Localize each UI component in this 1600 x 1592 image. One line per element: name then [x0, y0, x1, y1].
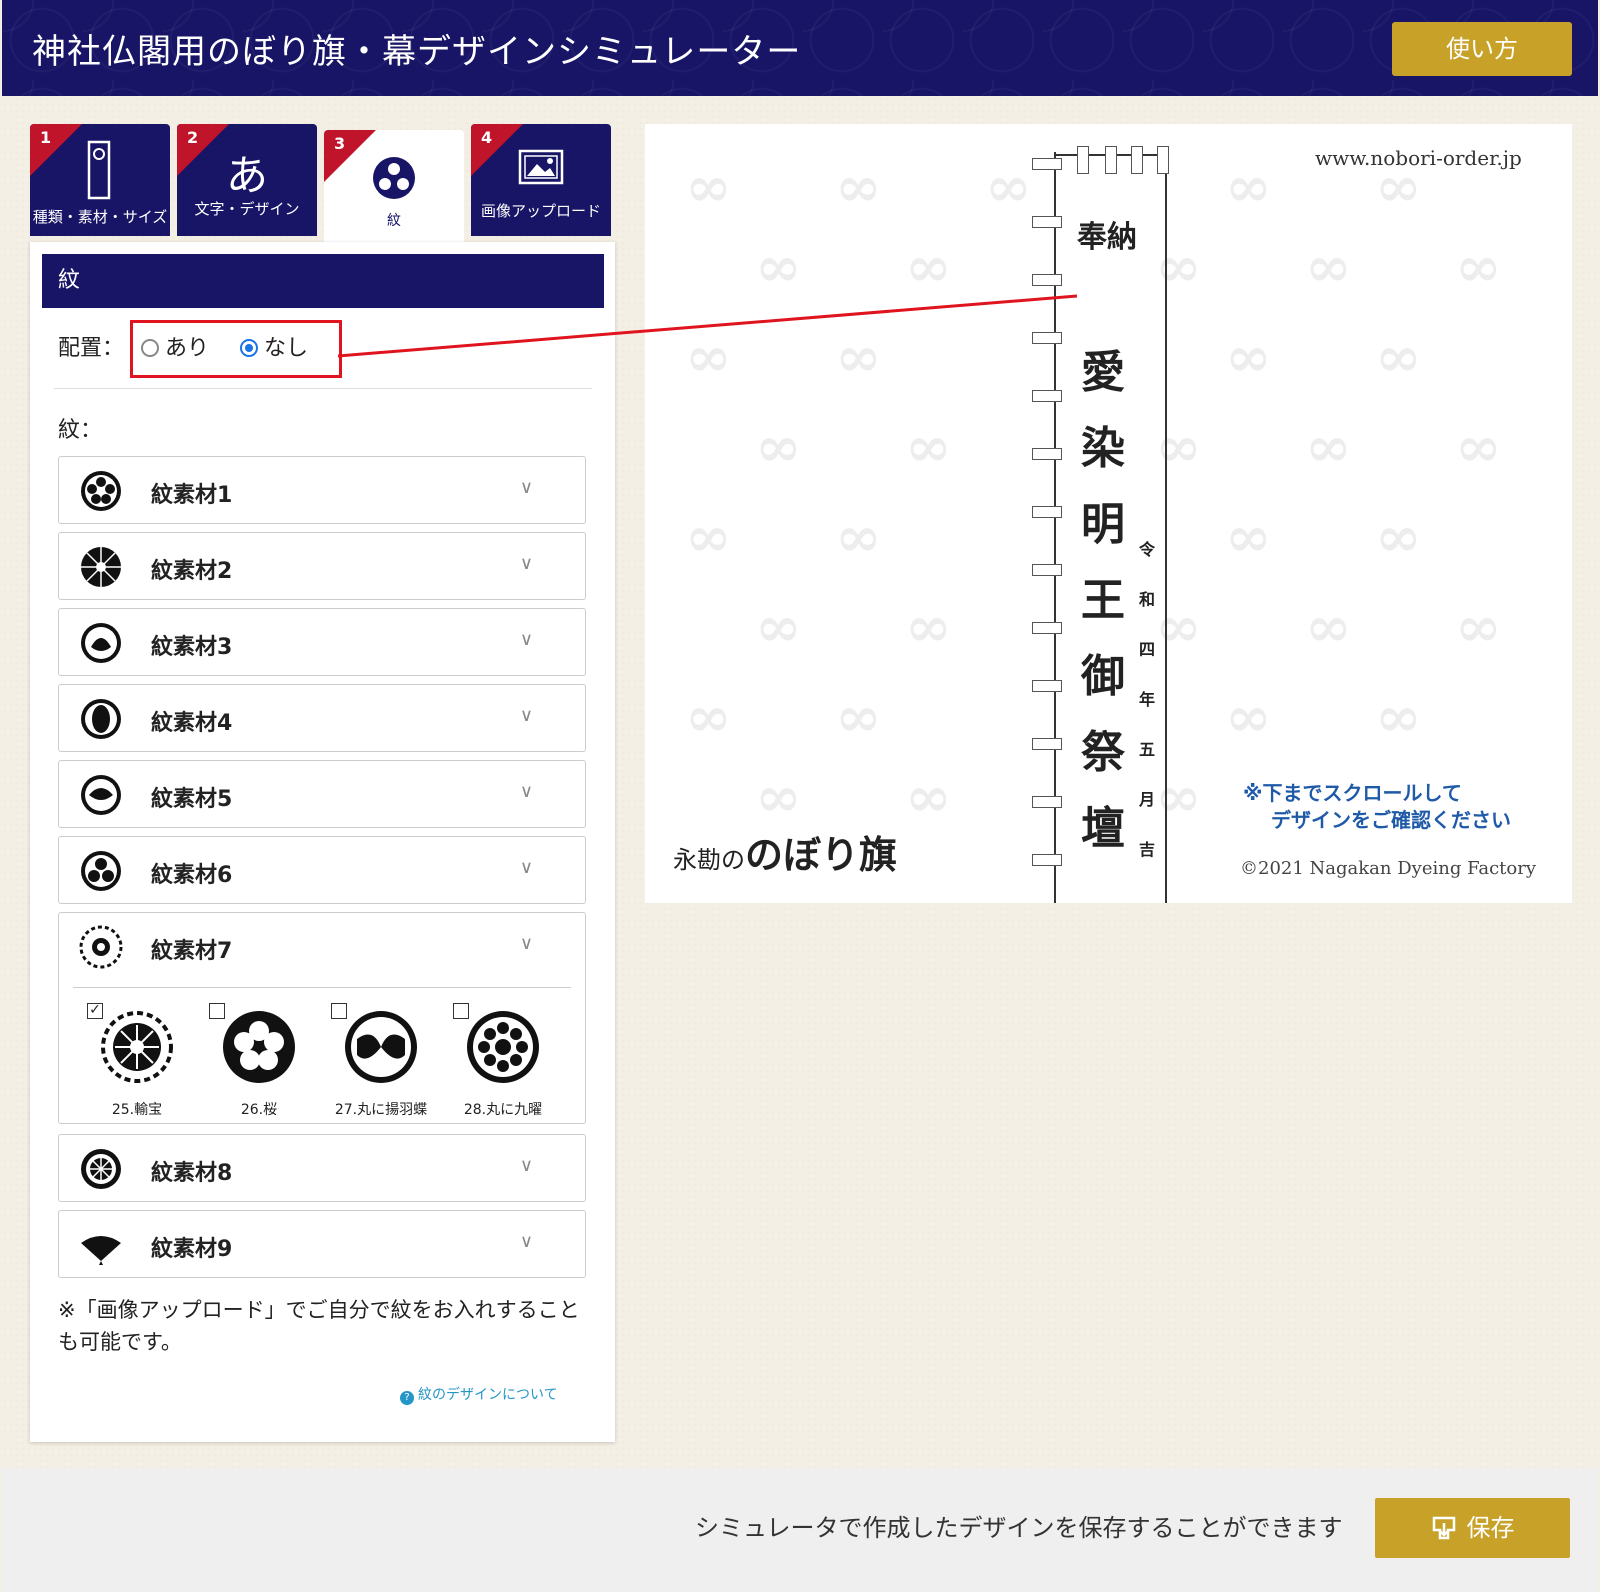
accordion-mon-5[interactable]: 紋素材5 ∨: [58, 760, 586, 828]
main-char: 御: [1081, 651, 1125, 702]
crest-icon: [81, 851, 121, 891]
copyright: ©2021 Nagakan Dyeing Factory: [1240, 858, 1536, 879]
wheel-treasure-icon: [101, 1011, 173, 1083]
date-char: 令: [1139, 540, 1156, 559]
sakura-icon: [223, 1011, 295, 1083]
hiragana-a-icon: あ: [225, 151, 268, 200]
main-char: 祭: [1081, 727, 1125, 778]
help-button[interactable]: 使い方: [1392, 22, 1572, 76]
accordion-mon-3[interactable]: 紋素材3 ∨: [58, 608, 586, 676]
main-char: 王: [1081, 575, 1125, 626]
date-char: 年: [1139, 690, 1156, 709]
accordion-mon-4[interactable]: 紋素材4 ∨: [58, 684, 586, 752]
date-char: 吉: [1139, 840, 1156, 859]
brand-logo: 永勘ののぼり旗: [673, 832, 898, 877]
divider: [54, 388, 592, 389]
wheel-icon: [81, 1149, 121, 1189]
main-char: 明: [1081, 499, 1125, 550]
site-url: www.nobori-order.jp: [1315, 146, 1522, 170]
save-message: シミュレータで作成したデザインを保存することができます: [695, 1514, 1343, 1542]
placement-label: 配置：: [58, 336, 125, 361]
chevron-down-icon: ∨: [519, 781, 533, 802]
mon-settings-panel: 紋 配置： あり なし 紋： 紋素材1 ∨ 紋素材2 ∨ 紋素材3 ∨ 紋素材4…: [30, 242, 615, 1442]
tab-image-upload[interactable]: 4 画像アップロード: [471, 124, 611, 236]
save-button[interactable]: 保存: [1375, 1498, 1570, 1558]
question-icon: ?: [400, 1391, 414, 1405]
accordion-mon-7[interactable]: 紋素材7 ∨ ✓ 25.輸宝 26.桜 27.丸に揚羽蝶 28.丸に九曜: [58, 912, 586, 1124]
chrysanthemum-icon: [81, 547, 121, 587]
mon-item-28[interactable]: 28.丸に九曜: [439, 1003, 549, 1121]
accordion-mon-1[interactable]: 紋素材1 ∨: [58, 456, 586, 524]
upload-note: ※「画像アップロード」でご自分で紋をお入れすることも可能です。: [58, 1298, 580, 1354]
tomoe-icon: [324, 154, 464, 206]
accordion-mon-2[interactable]: 紋素材2 ∨: [58, 532, 586, 600]
scroll-note: ※下までスクロールして デザインをご確認ください: [1243, 781, 1511, 832]
tab-mon[interactable]: 3 紋: [324, 130, 464, 242]
tab-label: 文字・デザイン: [194, 200, 300, 218]
highlight-box: [130, 320, 342, 378]
hono-text: 奉納: [1077, 220, 1137, 255]
panel-heading: 紋: [42, 254, 604, 308]
date-char: 和: [1139, 590, 1156, 609]
chevron-down-icon: ∨: [519, 629, 533, 650]
design-preview: ∞ ∞ ∞ ∞ ∞ ∞ ∞ ∞ ∞ ∞ ∞ ∞ ∞ ∞ ∞ ∞ ∞ ∞ ∞ ∞ ∞ ∞ ∞ ∞ ∞ ∞ ∞ ∞ ∞ ∞ ∞ ∞ ∞…: [645, 124, 1572, 903]
tab-label: 種類・素材・サイズ: [32, 208, 168, 226]
date-char: 月: [1139, 790, 1156, 809]
mon-item-26[interactable]: 26.桜: [195, 1003, 305, 1121]
date-char: 五: [1139, 740, 1156, 759]
crest-icon: [81, 623, 121, 663]
date-char: 四: [1139, 640, 1156, 659]
tab-label: 紋: [387, 213, 401, 229]
crest-icon: [81, 775, 121, 815]
main-char: 壇: [1081, 803, 1125, 854]
chevron-down-icon: ∨: [519, 933, 533, 954]
tab-text-design[interactable]: 2 あ 文字・デザイン: [177, 124, 317, 236]
page-title: 神社仏閣用のぼり旗・幕デザインシミュレーター: [32, 32, 802, 72]
butterfly-icon: [345, 1011, 417, 1083]
save-icon: [1432, 1516, 1455, 1540]
kuyo-icon: [467, 1011, 539, 1083]
mon-design-help-link[interactable]: ? 紋のデザインについて: [400, 1384, 558, 1405]
chevron-down-icon: ∨: [519, 1155, 533, 1176]
tab-type-material-size[interactable]: 1 種類・素材・サイズ: [30, 124, 170, 236]
mon-item-27[interactable]: 27.丸に揚羽蝶: [317, 1003, 427, 1121]
accordion-mon-9[interactable]: 紋素材9 ∨: [58, 1210, 586, 1278]
mon-label: 紋：: [58, 418, 103, 443]
image-icon: [471, 148, 611, 190]
banner-icon: [30, 140, 170, 204]
tab-label: 画像アップロード: [480, 202, 601, 220]
chevron-down-icon: ∨: [519, 857, 533, 878]
chevron-down-icon: ∨: [519, 553, 533, 574]
crest-icon: [81, 699, 121, 739]
accordion-mon-6[interactable]: 紋素材6 ∨: [58, 836, 586, 904]
crest-icon: [79, 925, 123, 969]
chevron-down-icon: ∨: [519, 477, 533, 498]
chevron-down-icon: ∨: [519, 705, 533, 726]
main-char: 染: [1081, 423, 1125, 474]
mon-item-25[interactable]: ✓ 25.輸宝: [73, 1003, 183, 1121]
app-header: 神社仏閣用のぼり旗・幕デザインシミュレーター 使い方: [2, 0, 1598, 96]
fan-icon: [81, 1236, 121, 1265]
accordion-mon-8[interactable]: 紋素材8 ∨: [58, 1134, 586, 1202]
mon-crest-icon: [81, 471, 121, 511]
divider: [73, 987, 571, 988]
main-char: 愛: [1081, 347, 1125, 398]
chevron-down-icon: ∨: [519, 1231, 533, 1252]
